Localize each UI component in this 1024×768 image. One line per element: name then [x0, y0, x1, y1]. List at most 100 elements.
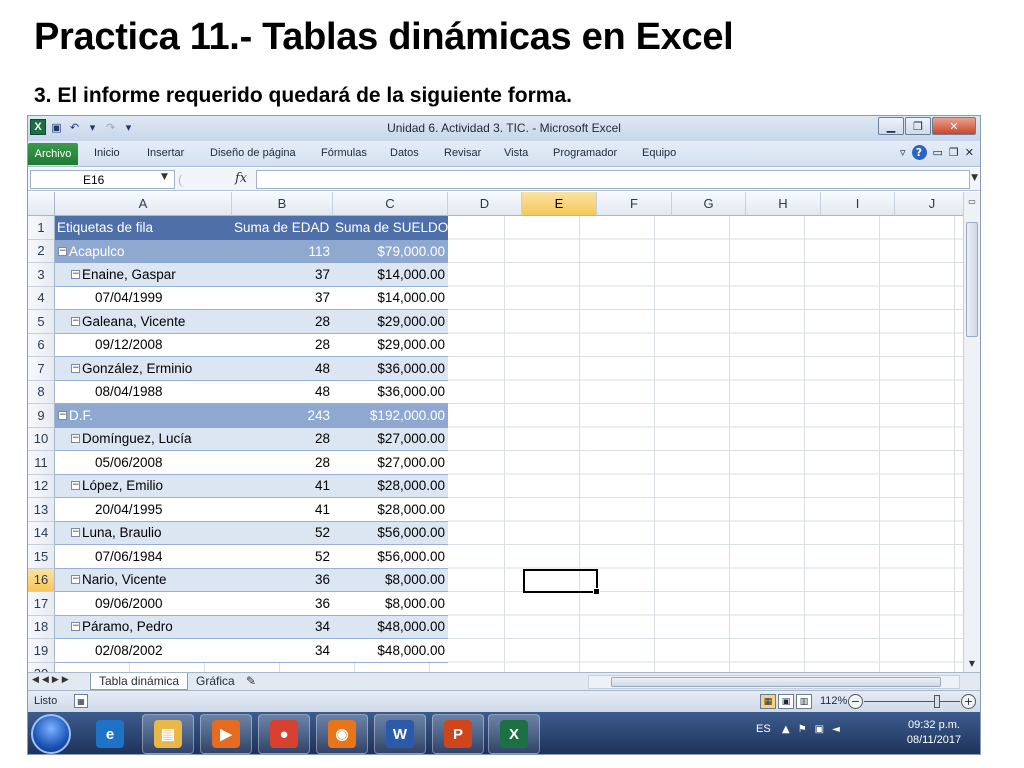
- collapse-icon[interactable]: −: [71, 269, 80, 279]
- row-header[interactable]: 5: [28, 310, 55, 334]
- tab-vista[interactable]: Vista: [504, 147, 528, 159]
- taskbar-excel-button[interactable]: X: [488, 714, 540, 754]
- minimize-button[interactable]: ▁: [878, 117, 904, 135]
- pivot-row-label[interactable]: − Galeana, Vicente: [55, 310, 232, 334]
- workbook-minimize-icon[interactable]: ▭: [933, 146, 943, 159]
- pivot-cell-sueldo[interactable]: $192,000.00: [333, 404, 448, 428]
- pivot-cell-sueldo[interactable]: $56,000.00: [333, 521, 448, 545]
- workbook-close-icon[interactable]: ✕: [965, 146, 974, 159]
- pivot-cell-sueldo[interactable]: $29,000.00: [333, 310, 448, 334]
- pivot-row-label[interactable]: − Domínguez, Lucía: [55, 427, 232, 451]
- row-header[interactable]: 11: [28, 451, 55, 475]
- column-header-b[interactable]: B: [232, 192, 333, 216]
- pivot-row-label[interactable]: − Enaine, Gaspar: [55, 263, 232, 287]
- taskbar-word-button[interactable]: W: [374, 714, 426, 754]
- taskbar-chrome-button[interactable]: ●: [258, 714, 310, 754]
- pivot-cell-sueldo[interactable]: $48,000.00: [333, 639, 448, 663]
- collapse-icon[interactable]: −: [58, 246, 67, 256]
- pivot-cell-edad[interactable]: 41: [232, 498, 333, 522]
- pivot-cell-sueldo[interactable]: $29,000.00: [333, 333, 448, 357]
- pivot-header-sueldo[interactable]: Suma de SUELDO: [333, 216, 448, 240]
- column-header-g[interactable]: G: [672, 192, 746, 216]
- zoom-thumb[interactable]: [934, 695, 940, 708]
- pivot-cell-edad[interactable]: 37: [232, 286, 333, 310]
- language-indicator[interactable]: ES: [756, 723, 771, 735]
- insert-sheet-icon[interactable]: ✎: [238, 673, 264, 690]
- close-button[interactable]: ✕: [932, 117, 976, 135]
- normal-view-icon[interactable]: ▦: [760, 694, 776, 709]
- clock[interactable]: 09:32 p.m. 08/11/2017: [902, 718, 966, 748]
- pivot-cell-edad[interactable]: 48: [232, 380, 333, 404]
- row-header[interactable]: 10: [28, 427, 55, 451]
- row-header[interactable]: 20: [28, 662, 55, 672]
- pivot-row-label[interactable]: − López, Emilio: [55, 474, 232, 498]
- cell-grid[interactable]: Etiquetas de fila Suma de EDAD Suma de SUE…: [55, 216, 965, 672]
- row-header[interactable]: 14: [28, 521, 55, 545]
- tab-revisar[interactable]: Revisar: [444, 147, 481, 159]
- column-header-e[interactable]: E: [522, 192, 597, 216]
- taskbar-internet-explorer-button[interactable]: e: [84, 714, 136, 754]
- scroll-down-icon[interactable]: ▼: [965, 656, 979, 670]
- row-header[interactable]: 16: [28, 568, 55, 592]
- tab-formulas[interactable]: Fórmulas: [321, 147, 367, 159]
- pivot-row-label[interactable]: 07/04/1999: [55, 286, 232, 310]
- column-header-c[interactable]: C: [333, 192, 448, 216]
- row-header[interactable]: 7: [28, 357, 55, 381]
- pivot-cell-edad[interactable]: 28: [232, 333, 333, 357]
- sheet-nav-arrows-icon[interactable]: ◀◀▶▶: [32, 675, 72, 685]
- restore-button[interactable]: ❐: [905, 117, 931, 135]
- pivot-header-row-labels[interactable]: Etiquetas de fila: [55, 216, 232, 240]
- pivot-row-label[interactable]: − Acapulco: [55, 239, 232, 263]
- pivot-row-label[interactable]: 09/12/2008: [55, 333, 232, 357]
- sheet-tab-tabla-dinamica[interactable]: Tabla dinámica: [90, 673, 189, 690]
- select-all-corner[interactable]: [28, 192, 55, 216]
- row-header[interactable]: 2: [28, 239, 55, 263]
- pivot-cell-edad[interactable]: 34: [232, 639, 333, 663]
- collapse-icon[interactable]: −: [71, 575, 80, 585]
- row-header[interactable]: 4: [28, 286, 55, 310]
- pivot-row-label[interactable]: 20/04/1995: [55, 498, 232, 522]
- column-header-i[interactable]: I: [821, 192, 895, 216]
- pivot-row-label[interactable]: 02/08/2002: [55, 639, 232, 663]
- pivot-cell-sueldo[interactable]: $14,000.00: [333, 263, 448, 287]
- pivot-row-label[interactable]: − Páramo, Pedro: [55, 615, 232, 639]
- tab-datos[interactable]: Datos: [390, 147, 419, 159]
- worksheet-grid[interactable]: ABCDEFGHIJ 1 2 3 4 5 6 7 8 9 10 11 12 13 14 15 16 17 18 19…: [28, 192, 980, 672]
- pivot-cell-edad[interactable]: 34: [232, 615, 333, 639]
- zoom-out-icon[interactable]: −: [848, 694, 863, 709]
- vertical-scroll-thumb[interactable]: [966, 222, 978, 337]
- column-header-d[interactable]: D: [448, 192, 522, 216]
- active-cell-e16[interactable]: [523, 568, 600, 595]
- pivot-cell-sueldo[interactable]: $48,000.00: [333, 615, 448, 639]
- collapse-icon[interactable]: −: [58, 411, 67, 421]
- page-break-view-icon[interactable]: ▥: [796, 694, 812, 709]
- pivot-cell-edad[interactable]: 41: [232, 474, 333, 498]
- tab-equipo[interactable]: Equipo: [642, 147, 676, 159]
- tray-icons[interactable]: ▲⚑▣◄: [782, 724, 848, 735]
- pivot-row-label[interactable]: 09/06/2000: [55, 592, 232, 616]
- pivot-cell-sueldo[interactable]: $14,000.00: [333, 286, 448, 310]
- tab-inicio[interactable]: Inicio: [94, 147, 120, 159]
- row-header[interactable]: 8: [28, 380, 55, 404]
- row-header[interactable]: 3: [28, 263, 55, 287]
- pivot-row-label[interactable]: − Nario, Vicente: [55, 568, 232, 592]
- taskbar-file-explorer-button[interactable]: ▤: [142, 714, 194, 754]
- pivot-cell-sueldo[interactable]: $56,000.00: [333, 545, 448, 569]
- pivot-cell-sueldo[interactable]: $28,000.00: [333, 474, 448, 498]
- tab-programador[interactable]: Programador: [553, 147, 617, 159]
- row-header[interactable]: 1: [28, 216, 55, 240]
- horizontal-scroll-thumb[interactable]: [611, 677, 941, 687]
- row-header[interactable]: 17: [28, 592, 55, 616]
- taskbar-powerpoint-button[interactable]: P: [432, 714, 484, 754]
- pivot-row-label[interactable]: 07/06/1984: [55, 545, 232, 569]
- sheet-tab-grafica[interactable]: Gráfica: [188, 673, 243, 690]
- name-box[interactable]: E16: [30, 170, 175, 189]
- pivot-cell-edad[interactable]: 28: [232, 310, 333, 334]
- pivot-cell-edad[interactable]: 36: [232, 592, 333, 616]
- zoom-in-icon[interactable]: +: [961, 694, 976, 709]
- pivot-cell-edad[interactable]: 28: [232, 451, 333, 475]
- tab-archivo[interactable]: Archivo: [28, 143, 78, 165]
- pivot-cell-sueldo[interactable]: $36,000.00: [333, 357, 448, 381]
- pivot-cell-sueldo[interactable]: $27,000.00: [333, 451, 448, 475]
- pivot-row-label[interactable]: 08/04/1988: [55, 380, 232, 404]
